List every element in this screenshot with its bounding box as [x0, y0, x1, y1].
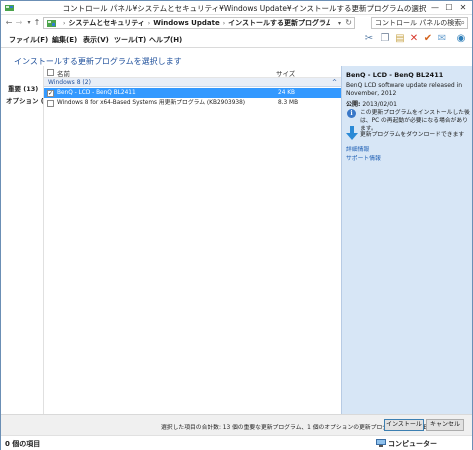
- item-count: 0 個の項目: [5, 440, 41, 448]
- breadcrumb-item[interactable]: Windows Update: [153, 19, 220, 27]
- back-arrow-icon[interactable]: ←: [4, 17, 14, 29]
- breadcrumb-separator-icon[interactable]: ›: [223, 20, 225, 27]
- breadcrumb: › システムとセキュリティ › Windows Update › インストールする更新プロ…: [60, 19, 330, 28]
- computer-icon: [376, 439, 386, 447]
- download-arrow-icon: [346, 126, 358, 140]
- refresh-icon[interactable]: ↻: [345, 18, 352, 28]
- globe-icon[interactable]: ◉: [455, 33, 467, 45]
- menu-file[interactable]: ファイル(F): [9, 35, 48, 45]
- maximize-button[interactable]: ☐: [442, 1, 456, 14]
- download-text: 更新プログラムをダウンロードできます: [360, 132, 465, 138]
- address-history-chevron-icon[interactable]: ▾: [338, 19, 341, 28]
- search-input[interactable]: コントロール パネルの検索 ⌕: [371, 17, 468, 29]
- column-header-size[interactable]: サイズ: [276, 68, 295, 78]
- column-header-name[interactable]: 名前: [57, 68, 70, 78]
- update-name: Windows 8 for x64-Based Systems 用更新プログラム…: [57, 100, 246, 106]
- select-all-checkbox[interactable]: [47, 69, 54, 76]
- footer: 選択した項目の合計数: 13 個の重要な更新プログラム、1 個のオプションの更新…: [1, 414, 472, 435]
- published-date: 2013/02/01: [362, 101, 397, 108]
- breadcrumb-item[interactable]: システムとセキュリティ: [68, 19, 144, 27]
- menu-view[interactable]: 表示(V): [83, 35, 109, 45]
- support-link[interactable]: サポート情報: [346, 153, 381, 162]
- group-header[interactable]: Windows 8 (2) ^: [44, 78, 341, 87]
- mail-icon[interactable]: ✉: [436, 33, 448, 45]
- control-panel-icon: [47, 20, 56, 27]
- menu-edit[interactable]: 編集(E): [52, 35, 77, 45]
- window-title: コントロール パネル¥システムとセキュリティ¥Windows Update¥イン…: [62, 4, 427, 13]
- table-row[interactable]: Windows 8 for x64-Based Systems 用更新プログラム…: [44, 98, 341, 108]
- update-name: BenQ - LCD - BenQ BL2411: [57, 90, 136, 96]
- control-panel-icon: [5, 5, 14, 11]
- detail-title: BenQ - LCD - BenQ BL2411: [346, 71, 444, 79]
- menu-help[interactable]: ヘルプ(H): [149, 35, 182, 45]
- details-link[interactable]: 詳細情報: [346, 144, 369, 153]
- update-list: 名前 サイズ Windows 8 (2) ^ ✓ BenQ - LCD - Be…: [44, 66, 341, 414]
- category-important[interactable]: 重要 (13): [8, 83, 38, 93]
- list-header: 名前 サイズ: [44, 66, 341, 78]
- table-row[interactable]: ✓ BenQ - LCD - BenQ BL2411 24 KB: [44, 88, 341, 98]
- cancel-button[interactable]: キャンセル: [426, 419, 464, 431]
- window: コントロール パネル¥システムとセキュリティ¥Windows Update¥イン…: [0, 0, 473, 450]
- category-panel: 重要 (13) オプション (2): [1, 66, 51, 414]
- status-bar: 0 個の項目 コンピューター: [1, 435, 472, 450]
- menu-tools[interactable]: ツール(T): [114, 35, 146, 45]
- cut-icon[interactable]: ✂: [363, 33, 375, 45]
- breadcrumb-item[interactable]: インストールする更新プログラムの選択: [228, 19, 330, 27]
- delete-icon[interactable]: ✕: [408, 33, 420, 45]
- minimize-button[interactable]: —: [428, 1, 442, 14]
- close-button[interactable]: ✕: [456, 1, 470, 14]
- location-label: コンピューター: [388, 440, 437, 448]
- up-arrow-icon[interactable]: ↑: [32, 17, 42, 29]
- published-label: 公開:: [346, 101, 361, 108]
- address-bar: ← → ▾ ↑ › システムとセキュリティ › Windows Update › インスト…: [1, 15, 472, 31]
- checkmark-icon[interactable]: ✔: [422, 33, 434, 45]
- forward-arrow-icon[interactable]: →: [14, 17, 24, 29]
- info-icon: i: [347, 109, 356, 118]
- copy-icon[interactable]: ❐: [379, 33, 391, 45]
- install-button[interactable]: インストール: [384, 419, 424, 431]
- menu-bar: ファイル(F) 編集(E) 表示(V) ツール(T) ヘルプ(H) ✂ ❐ ▤ …: [1, 31, 472, 48]
- title-bar[interactable]: コントロール パネル¥システムとセキュリティ¥Windows Update¥イン…: [1, 1, 472, 15]
- update-size: 8.3 MB: [278, 100, 299, 106]
- search-placeholder: コントロール パネルの検索: [375, 19, 462, 27]
- breadcrumb-separator-icon: ›: [63, 20, 66, 27]
- row-checkbox[interactable]: [47, 100, 54, 107]
- update-size: 24 KB: [278, 90, 295, 96]
- breadcrumb-separator-icon[interactable]: ›: [148, 20, 150, 27]
- row-checkbox[interactable]: ✓: [47, 90, 54, 97]
- detail-description: BenQ LCD software update released in Nov…: [346, 82, 463, 97]
- collapse-chevron-icon[interactable]: ^: [332, 78, 337, 87]
- paste-icon[interactable]: ▤: [394, 33, 406, 45]
- detail-pane: BenQ - LCD - BenQ BL2411 BenQ LCD softwa…: [341, 66, 472, 414]
- group-label: Windows 8 (2): [48, 79, 91, 86]
- search-icon[interactable]: ⌕: [461, 18, 465, 28]
- address-field[interactable]: › システムとセキュリティ › Windows Update › インストールする更新プロ…: [43, 17, 355, 29]
- detail-published: 公開: 2013/02/01: [346, 99, 397, 108]
